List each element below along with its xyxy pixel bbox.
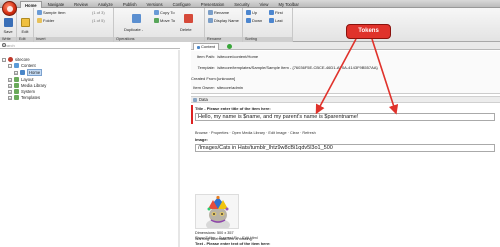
ribbon-group-edit: Edit Edit: [17, 8, 34, 42]
folder-button[interactable]: Folder: [37, 18, 54, 23]
tab-publish[interactable]: Publish: [119, 1, 141, 8]
title-field[interactable]: Hello, my name is $name, and my parent's…: [195, 113, 495, 121]
collapse-icon[interactable]: -: [8, 63, 12, 68]
content-editor: Content Item Path: /sitecore/content/Hom…: [191, 42, 500, 247]
save-button[interactable]: Save: [0, 29, 16, 34]
image-path-field[interactable]: /Images/Cats in Hats/tumblr_lhtz9w8cBi1q…: [195, 144, 495, 152]
text-field-commands[interactable]: Show Editor · Suggest Fix · Edit Html: [195, 236, 258, 240]
system-icon: [14, 89, 19, 94]
sitecore-logo-button[interactable]: [2, 1, 17, 16]
expand-icon[interactable]: +: [8, 77, 12, 82]
cat-in-hat-image: [196, 195, 238, 228]
templates-icon: [14, 95, 19, 100]
tree-node-templates[interactable]: + Templates: [8, 95, 40, 100]
ribbon-group-rename: Rename Display Name Rename: [205, 8, 243, 42]
insert-page-counter: (1 of 3): [92, 10, 105, 15]
duplicate-icon: [132, 14, 141, 23]
rename-icon: [208, 10, 213, 15]
arrow-down-icon: [246, 18, 251, 23]
field-marker: [191, 105, 193, 124]
ribbon: Save Write Edit Edit Sample Item Folder …: [0, 8, 500, 42]
insert-page-counter-2: (1 of 5): [92, 18, 105, 23]
ribbon-tab-bar: Home Navigate Review Analyze Publish Ver…: [0, 0, 500, 8]
up-button[interactable]: Up: [246, 10, 257, 15]
content-tab-icon: [197, 45, 200, 49]
expand-icon[interactable]: +: [8, 83, 12, 88]
image-dimensions: Dimensions: 500 x 357: [195, 231, 234, 235]
image-thumbnail[interactable]: [195, 194, 239, 229]
expand-icon[interactable]: +: [14, 70, 18, 75]
tree-node-media-library[interactable]: + Media Library: [8, 83, 46, 88]
add-tab-icon[interactable]: [227, 44, 232, 49]
ribbon-group-insert: Sample Item Folder (1 of 3) (1 of 5) Ins…: [34, 8, 114, 42]
media-library-icon: [14, 83, 19, 88]
tree-scrollbar[interactable]: [178, 50, 180, 247]
down-button[interactable]: Down: [246, 18, 262, 23]
move-to-button[interactable]: Move To: [154, 18, 175, 23]
expand-icon[interactable]: +: [8, 89, 12, 94]
home-icon: [20, 70, 25, 75]
tree-node-content[interactable]: - Content: [8, 63, 36, 68]
tab-navigate[interactable]: Navigate: [44, 1, 69, 8]
display-name-icon: [208, 18, 213, 23]
arrow-last-icon: [269, 18, 274, 23]
tab-my-toolbar[interactable]: My Toolbar: [274, 1, 302, 8]
arrow-up-icon: [246, 10, 251, 15]
tokens-callout: Tokens: [346, 24, 391, 39]
first-button[interactable]: First: [269, 10, 283, 15]
rename-button[interactable]: Rename: [208, 10, 229, 15]
copy-icon: [154, 10, 159, 15]
image-field-label: Image:: [195, 137, 208, 142]
title-field-label: Title - Please enter title of the item h…: [195, 106, 271, 111]
tree-node-home[interactable]: + Home: [14, 69, 43, 76]
tab-content[interactable]: Content: [193, 43, 220, 50]
content-tree: - sitecore - Content + Home + Layout + M…: [0, 50, 180, 247]
ribbon-group-sorting: Up First Down Last Sorting: [243, 8, 293, 42]
tree-node-sitecore[interactable]: - sitecore: [2, 57, 30, 62]
tab-analyze[interactable]: Analyze: [94, 1, 117, 8]
tab-versions[interactable]: Versions: [143, 1, 167, 8]
ribbon-tabs: Home Navigate Review Analyze Publish Ver…: [20, 1, 303, 8]
save-icon: [4, 18, 13, 27]
tab-review[interactable]: Review: [70, 1, 92, 8]
image-field-commands[interactable]: Browse · Properties · Open Media Library…: [195, 131, 316, 135]
tree-node-layout[interactable]: + Layout: [8, 77, 34, 82]
copy-to-button[interactable]: Copy To: [154, 10, 175, 15]
edit-button[interactable]: Edit: [17, 29, 33, 34]
section-data-header[interactable]: Data: [191, 96, 500, 103]
tab-view[interactable]: View: [255, 1, 272, 8]
arrow-first-icon: [269, 10, 274, 15]
text-field-label: Text - Please enter text of the item her…: [195, 241, 271, 246]
search-input[interactable]: Search: [0, 42, 180, 49]
folder-icon: [37, 18, 42, 23]
text-field-label-wrap: Text - Please enter text of the item her…: [191, 241, 500, 247]
sitecore-icon: [8, 57, 13, 62]
tab-home[interactable]: Home: [20, 1, 42, 8]
document-icon: [37, 10, 42, 15]
tab-security[interactable]: Security: [230, 1, 253, 8]
delete-button[interactable]: Delete: [180, 27, 192, 32]
layout-icon: [14, 77, 19, 82]
collapse-icon[interactable]: -: [2, 57, 6, 62]
tab-configure[interactable]: Configure: [169, 1, 195, 8]
content-icon: [14, 63, 19, 68]
ribbon-group-operations: Duplicate - Copy To Move To Delete Opera…: [114, 8, 205, 42]
display-name-button[interactable]: Display Name: [208, 18, 239, 23]
tab-presentation[interactable]: Presentation: [197, 1, 229, 8]
move-icon: [154, 18, 159, 23]
sample-item-button[interactable]: Sample Item: [37, 10, 65, 15]
editor-tab-bar: Content: [191, 42, 500, 50]
edit-icon: [21, 18, 30, 27]
duplicate-button[interactable]: Duplicate -: [124, 27, 143, 32]
item-info-panel: Item Path: /sitecore/content/Home Templa…: [191, 51, 500, 94]
last-button[interactable]: Last: [269, 18, 283, 23]
delete-icon: [184, 14, 193, 23]
expand-icon[interactable]: +: [8, 95, 12, 100]
search-icon[interactable]: [2, 43, 6, 47]
tree-node-system[interactable]: + System: [8, 89, 35, 94]
